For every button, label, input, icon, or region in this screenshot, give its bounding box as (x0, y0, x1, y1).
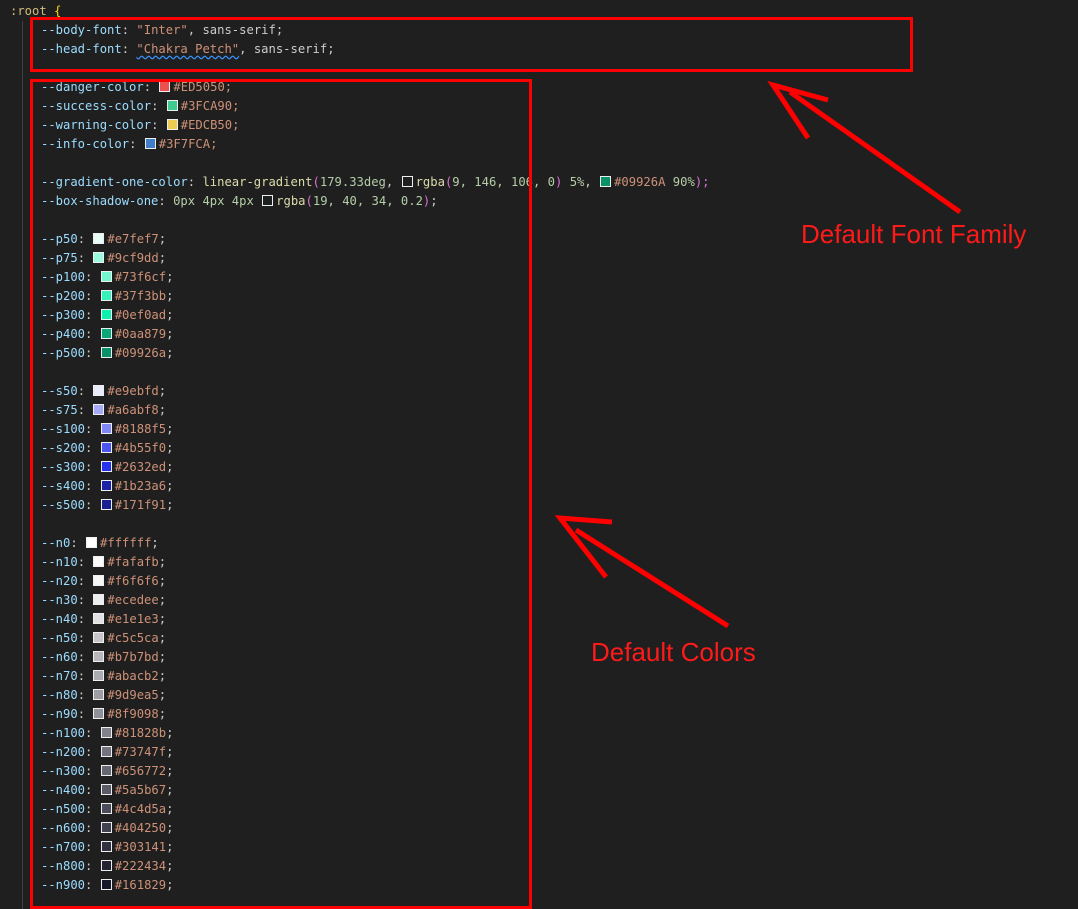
code-editor[interactable]: :root {--body-font: "Inter", sans-serif;… (0, 0, 1078, 909)
colors-arrow (554, 515, 730, 629)
colors-annotation-label: Default Colors (591, 637, 756, 667)
arrow-annotations (554, 80, 962, 629)
font-annotation-label: Default Font Family (801, 219, 1027, 249)
font-arrow (767, 80, 962, 215)
